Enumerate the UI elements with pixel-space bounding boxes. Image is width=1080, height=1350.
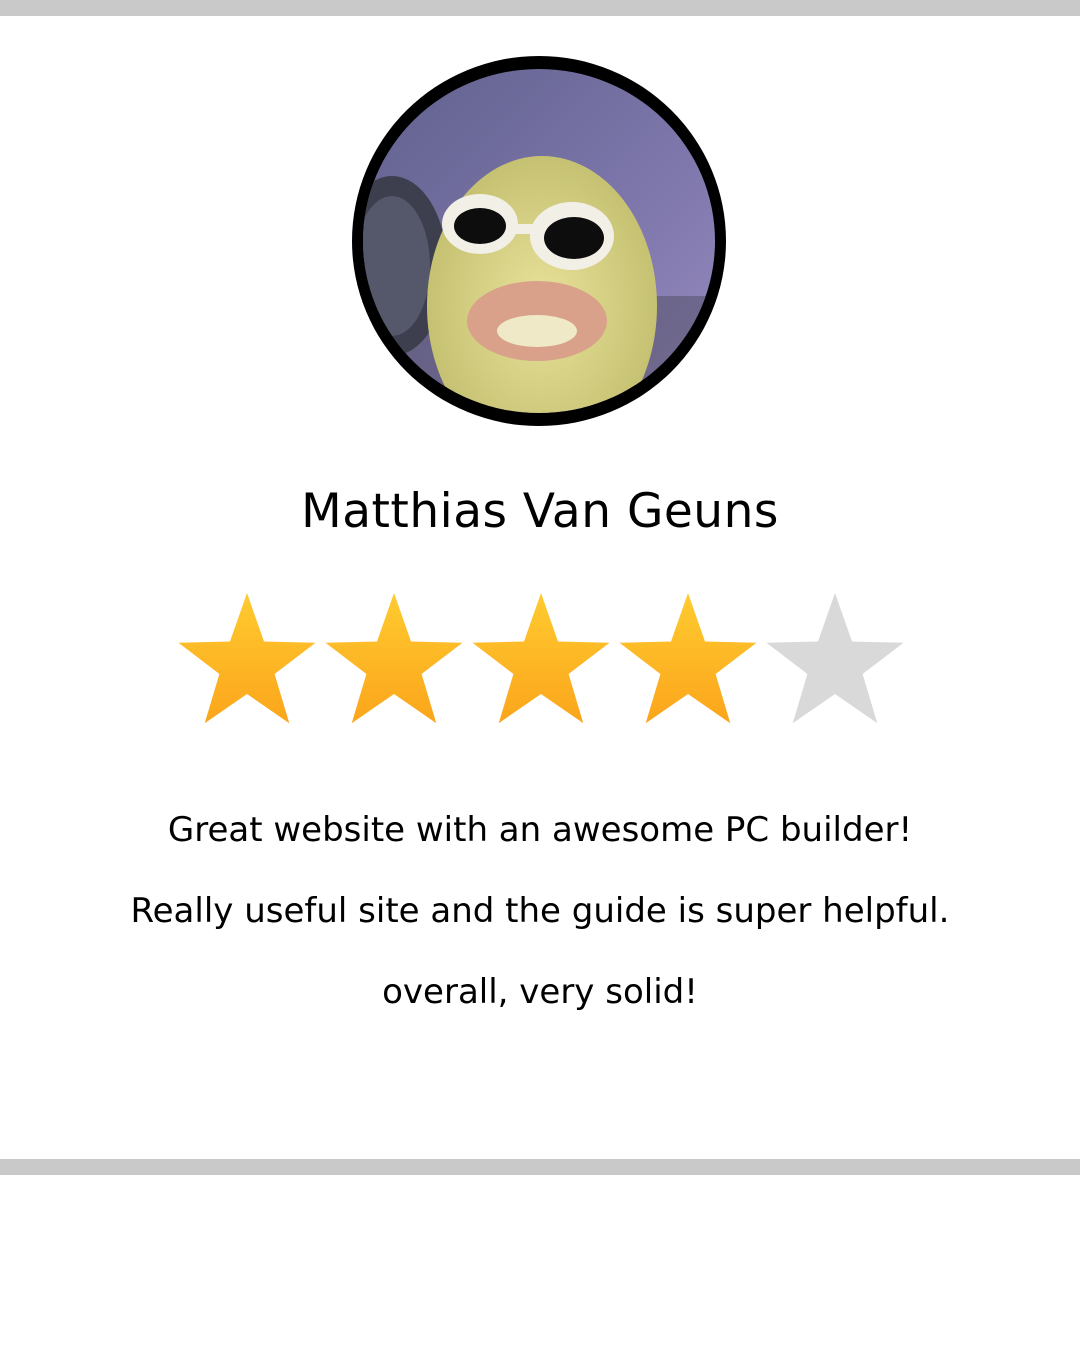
star-empty-icon bbox=[766, 593, 904, 724]
bottom-divider bbox=[0, 1159, 1080, 1175]
review-text: Great website with an awesome PC builder… bbox=[0, 800, 1080, 1043]
review-line: overall, very solid! bbox=[382, 972, 698, 1012]
star-filled-icon bbox=[619, 593, 757, 724]
star-filled-icon bbox=[472, 593, 610, 724]
reviewer-name: Matthias Van Geuns bbox=[301, 484, 779, 539]
duckling-avatar-icon bbox=[363, 69, 715, 413]
star-rating bbox=[0, 590, 1080, 730]
star-rating-graphic bbox=[178, 593, 904, 724]
review-line: Great website with an awesome PC builder… bbox=[167, 810, 913, 850]
review-line: Really useful site and the guide is supe… bbox=[130, 891, 950, 931]
star-filled-icon bbox=[325, 593, 463, 724]
avatar bbox=[352, 56, 726, 426]
star-filled-icon bbox=[178, 593, 316, 724]
top-divider bbox=[0, 0, 1080, 16]
review-card: Matthias Van Geuns Great website with an… bbox=[0, 0, 1080, 1350]
